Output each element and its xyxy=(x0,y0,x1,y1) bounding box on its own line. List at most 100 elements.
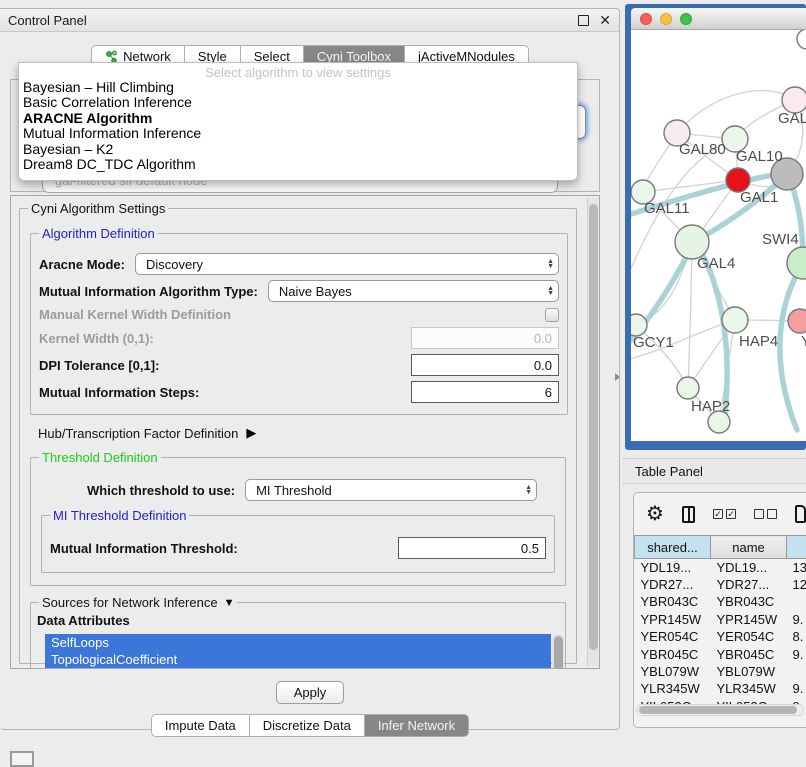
network-titlebar[interactable] xyxy=(631,8,806,30)
algorithm-definition-group: Algorithm Definition Aracne Mode: Discov… xyxy=(30,233,568,415)
dropdown-item-mutual-information[interactable]: Mutual Information Inference xyxy=(19,126,577,141)
settings-scrollbar[interactable] xyxy=(587,198,598,666)
mi-threshold-group: MI Threshold Definition Mutual Informati… xyxy=(41,515,555,573)
manual-kernel-label: Manual Kernel Width Definition xyxy=(39,307,231,322)
dropdown-item-bayesian-k2[interactable]: Bayesian – K2 xyxy=(19,142,577,157)
algorithm-dropdown-list: Select algorithm to view settings Bayesi… xyxy=(18,62,578,181)
node-label-gal: GAL xyxy=(778,110,806,127)
table-panel: ⚙ ✓✓ shared... name YDL19...YDL19...13 Y… xyxy=(633,492,806,728)
mi-threshold-field[interactable]: 0.5 xyxy=(398,537,546,559)
mi-type-combo[interactable]: Naive Bayes ▲▼ xyxy=(268,280,559,302)
tab-infer-network-label: Infer Network xyxy=(378,718,455,733)
tab-discretize-data-label: Discretize Data xyxy=(263,718,351,733)
list-scrollbar[interactable] xyxy=(552,634,564,669)
table-row[interactable]: YBL079WYBL079W xyxy=(635,663,806,680)
mi-steps-label: Mutual Information Steps: xyxy=(39,385,199,400)
table-row[interactable]: YPR145WYPR145W9. xyxy=(635,611,806,628)
dpi-tolerance-field[interactable]: 0.0 xyxy=(411,354,559,376)
tab-discretize-data[interactable]: Discretize Data xyxy=(250,714,365,737)
table-row[interactable]: YBR045CYBR045C9. xyxy=(635,645,806,662)
columns-icon[interactable] xyxy=(682,506,695,523)
settings-scrollbar-thumb[interactable] xyxy=(589,204,598,650)
mi-threshold-label: Mutual Information Threshold: xyxy=(50,541,238,556)
new-table-icon[interactable] xyxy=(795,505,806,523)
node-y-partial[interactable] xyxy=(788,309,806,333)
threshold-definition-group: Threshold Definition Which threshold to … xyxy=(30,457,566,586)
table-row[interactable]: YER054CYER054C8. xyxy=(635,628,806,645)
node-label-gal11: GAL11 xyxy=(644,200,690,217)
aracne-mode-value: Discovery xyxy=(146,257,541,272)
apply-button[interactable]: Apply xyxy=(276,681,345,704)
tab-infer-network[interactable]: Infer Network xyxy=(365,714,469,737)
node-gal4[interactable] xyxy=(675,225,709,259)
table-panel-title: Table Panel xyxy=(635,464,703,479)
sources-title-row[interactable]: Sources for Network Inference▼ xyxy=(39,595,237,610)
dropdown-item-aracne[interactable]: ARACNE Algorithm xyxy=(19,111,577,126)
node-gcy1[interactable] xyxy=(631,314,647,336)
control-panel-title: Control Panel xyxy=(8,13,87,28)
column-header-cut[interactable] xyxy=(787,536,806,559)
float-window-icon[interactable] xyxy=(578,15,589,26)
manual-kernel-checkbox[interactable] xyxy=(545,308,559,322)
hub-definition-toggle[interactable]: Hub/Transcription Factor Definition ▶ xyxy=(38,425,576,441)
aracne-mode-label: Aracne Mode: xyxy=(39,257,125,272)
threshold-definition-title: Threshold Definition xyxy=(39,450,161,465)
bottom-tab-row: Impute Data Discretize Data Infer Networ… xyxy=(0,714,620,737)
table-row[interactable]: YBR043CYBR043C xyxy=(635,593,806,610)
network-view-window: GAL GAL80 GAL10 GAL1 GAL11 GAL4 SWI4 GCY… xyxy=(625,4,806,450)
combo-spinner-icon: ▲▼ xyxy=(525,485,532,495)
node-swi4[interactable] xyxy=(787,247,806,279)
close-icon[interactable]: ✕ xyxy=(599,15,611,26)
sources-group: Sources for Network Inference▼ Data Attr… xyxy=(30,602,566,669)
aracne-mode-combo[interactable]: Discovery ▲▼ xyxy=(135,253,559,275)
column-header-shared[interactable]: shared... xyxy=(635,536,711,559)
table-toolbar: ⚙ ✓✓ xyxy=(634,493,806,535)
column-header-name[interactable]: name xyxy=(711,536,787,559)
network-canvas[interactable]: GAL GAL80 GAL10 GAL1 GAL11 GAL4 SWI4 GCY… xyxy=(631,30,806,441)
node-label-gal80: GAL80 xyxy=(679,141,726,158)
table-row[interactable]: YLR345WYLR345W9. xyxy=(635,680,806,697)
dropdown-item-dream8[interactable]: Dream8 DC_TDC Algorithm xyxy=(19,157,577,172)
splitter-collapse-icon[interactable] xyxy=(615,373,620,381)
node-label-gal4: GAL4 xyxy=(697,255,735,272)
desktop: { "window": { "title": "Control Panel" }… xyxy=(0,0,806,762)
apply-row: Apply xyxy=(0,681,620,704)
list-item[interactable]: BetweennessCentrality xyxy=(45,668,551,669)
table-hscrollbar[interactable] xyxy=(636,704,804,716)
deselect-all-checks-icon[interactable] xyxy=(754,509,777,519)
list-item[interactable]: TopologicalCoefficient xyxy=(45,651,551,668)
list-scrollbar-thumb[interactable] xyxy=(554,636,563,669)
table-row[interactable]: YDR27...YDR27...12 xyxy=(635,576,806,593)
node-unlabeled-top[interactable] xyxy=(797,30,806,49)
dock-grip[interactable] xyxy=(10,751,34,767)
list-item[interactable]: SelfLoops xyxy=(45,634,551,651)
cyni-algorithm-settings-title: Cyni Algorithm Settings xyxy=(28,201,168,216)
table-header-row: shared... name xyxy=(635,536,806,559)
which-threshold-value: MI Threshold xyxy=(256,483,519,498)
combo-spinner-icon: ▲▼ xyxy=(547,286,554,296)
node-label-hap4: HAP4 xyxy=(739,333,778,350)
data-attributes-list: SelfLoops TopologicalCoefficient Between… xyxy=(45,634,551,669)
mi-steps-field[interactable]: 6 xyxy=(411,381,559,403)
chevron-down-icon: ▼ xyxy=(224,597,235,609)
kernel-width-field: 0.0 xyxy=(411,327,559,349)
window-buttons: ✕ xyxy=(578,15,611,26)
node-hap2[interactable] xyxy=(677,377,699,399)
control-panel-window: Control Panel ✕ Network xyxy=(0,8,620,730)
which-threshold-combo[interactable]: MI Threshold ▲▼ xyxy=(245,479,537,501)
table-row[interactable]: YDL19...YDL19...13 xyxy=(635,559,806,576)
select-all-checks-icon[interactable]: ✓✓ xyxy=(713,509,736,519)
mi-threshold-title: MI Threshold Definition xyxy=(50,508,189,523)
tab-impute-data[interactable]: Impute Data xyxy=(151,714,250,737)
node-hap4[interactable] xyxy=(722,307,748,333)
dropdown-item-basic-correlation[interactable]: Basic Correlation Inference xyxy=(19,95,577,110)
dropdown-item-bayesian-hill-climbing[interactable]: Bayesian – Hill Climbing xyxy=(19,80,577,95)
node-table: shared... name YDL19...YDL19...13 YDR27.… xyxy=(634,535,806,715)
minimize-traffic-light-icon[interactable] xyxy=(660,13,672,25)
hub-definition-label: Hub/Transcription Factor Definition xyxy=(38,426,238,441)
close-traffic-light-icon[interactable] xyxy=(640,13,652,25)
table-hscrollbar-thumb[interactable] xyxy=(639,706,797,714)
gear-icon[interactable]: ⚙ xyxy=(646,504,664,524)
zoom-traffic-light-icon[interactable] xyxy=(680,13,692,25)
cyni-algorithm-settings-group: Cyni Algorithm Settings Algorithm Defini… xyxy=(19,208,577,664)
